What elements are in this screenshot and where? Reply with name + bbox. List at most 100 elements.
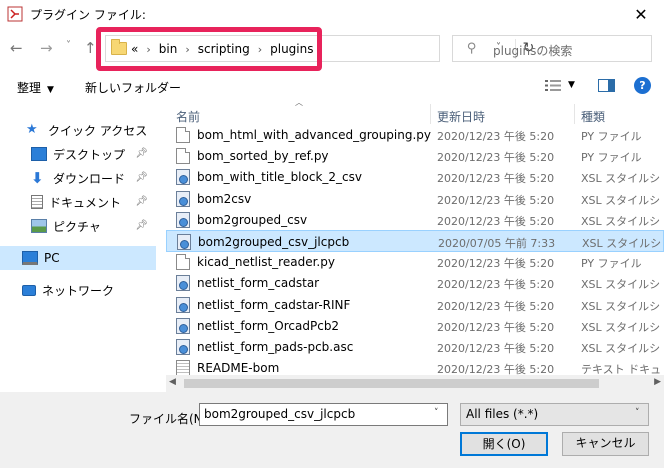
recent-locations-chevron-icon[interactable]: ˅ <box>66 40 71 51</box>
search-icon: ⚲ <box>467 41 477 56</box>
view-dropdown-icon[interactable]: ▼ <box>568 80 575 90</box>
up-arrow-icon[interactable]: ↑ <box>84 39 97 57</box>
file-date: 2020/12/23 午後 5:20 <box>437 151 555 165</box>
filename-dropdown-icon[interactable]: ˅ <box>434 408 439 418</box>
horizontal-scrollbar[interactable]: ◀ ▶ <box>166 375 664 392</box>
sidebar-item-label: クイック アクセス <box>48 123 148 138</box>
file-row[interactable]: bom2csv 2020/12/23 午後 5:20 XSL スタイルシ <box>166 188 664 210</box>
help-icon[interactable]: ? <box>634 77 651 94</box>
picture-icon <box>31 219 47 233</box>
close-button[interactable]: ✕ <box>618 0 664 28</box>
search-box[interactable]: ⚲ pluginsの検索 <box>452 35 652 62</box>
cancel-button[interactable]: キャンセル <box>562 432 649 456</box>
navigation-pane: ★ クイック アクセス デスクトップ 📌︎ ⬇ ダウンロード 📌︎ ドキュメント… <box>0 102 156 392</box>
file-name: bom2csv <box>197 191 252 206</box>
forward-arrow-icon[interactable]: → <box>40 39 53 57</box>
open-button[interactable]: 開く(O) <box>460 432 548 456</box>
xsl-file-icon <box>176 317 190 334</box>
dialog-footer: ファイル名(N): bom2grouped_csv_jlcpcb ˅ All f… <box>0 392 664 468</box>
preview-pane-icon[interactable] <box>598 79 615 92</box>
file-type: XSL スタイルシ <box>581 299 661 313</box>
new-folder-button[interactable]: 新しいフォルダー <box>85 79 181 96</box>
sidebar-item-downloads[interactable]: ⬇ ダウンロード 📌︎ <box>0 166 156 190</box>
network-icon <box>22 284 36 296</box>
column-divider[interactable] <box>574 104 575 124</box>
file-date: 2020/12/23 午後 5:20 <box>437 320 555 334</box>
text-file-icon <box>176 360 190 377</box>
file-name: kicad_netlist_reader.py <box>197 255 335 270</box>
file-row[interactable]: netlist_form_OrcadPcb2 2020/12/23 午後 5:20… <box>166 315 664 337</box>
scroll-left-icon[interactable]: ◀ <box>169 377 176 387</box>
filename-input[interactable]: bom2grouped_csv_jlcpcb <box>199 403 448 426</box>
search-input[interactable]: pluginsの検索 <box>493 42 572 59</box>
sidebar-item-label: ネットワーク <box>42 283 115 298</box>
xsl-file-icon <box>176 275 190 292</box>
xsl-file-icon <box>176 339 190 355</box>
sort-ascending-icon: ︿ <box>295 98 303 107</box>
pin-icon[interactable]: 📌︎ <box>135 148 148 159</box>
file-type-dropdown-icon[interactable]: ˅ <box>635 408 640 418</box>
file-row[interactable]: bom_with_title_block_2_csv 2020/12/23 午後 … <box>166 166 664 188</box>
scrollbar-thumb[interactable] <box>184 379 599 388</box>
annotation-highlight-box <box>96 27 322 71</box>
close-icon: ✕ <box>634 4 648 24</box>
sidebar-item-desktop[interactable]: デスクトップ 📌︎ <box>0 142 156 166</box>
star-icon: ★ <box>26 122 38 137</box>
window-title: プラグイン ファイル: <box>30 8 146 22</box>
file-row[interactable]: netlist_form_pads-pcb.asc 2020/12/23 午後 5… <box>166 336 664 358</box>
organize-button[interactable]: 整理 ▼ <box>17 79 54 96</box>
xsl-file-icon <box>177 234 191 250</box>
file-name: bom_with_title_block_2_csv <box>197 170 362 185</box>
xsl-file-icon <box>176 211 190 228</box>
sidebar-item-label: ピクチャ <box>53 219 101 234</box>
sidebar-item-pictures[interactable]: ピクチャ 📌︎ <box>0 214 156 238</box>
pin-icon[interactable]: 📌︎ <box>135 220 148 231</box>
column-header-name[interactable]: 名前 <box>176 102 200 124</box>
file-date: 2020/12/23 午後 5:20 <box>437 257 555 271</box>
file-date: 2020/12/23 午後 5:20 <box>437 342 555 355</box>
column-header-type[interactable]: 種類 <box>581 102 605 124</box>
file-row[interactable]: bom2grouped_csv 2020/12/23 午後 5:20 XSL スタイ… <box>166 209 664 231</box>
file-date: 2020/12/23 午後 5:20 <box>437 278 555 292</box>
file-icon <box>176 148 190 165</box>
file-date: 2020/12/23 午後 5:20 <box>437 214 555 228</box>
organize-label: 整理 <box>17 81 42 95</box>
file-type: XSL スタイルシ <box>582 237 662 250</box>
file-name: bom2grouped_csv_jlcpcb <box>198 235 350 249</box>
file-row[interactable]: netlist_form_cadstar-RINF 2020/12/23 午後 5… <box>166 294 664 316</box>
file-type: XSL スタイルシ <box>581 278 661 292</box>
sidebar-item-pc[interactable]: PC <box>0 246 156 270</box>
file-type-select[interactable]: All files (*.*) <box>460 403 649 426</box>
file-row[interactable]: bom_sorted_by_ref.py 2020/12/23 午後 5:20 PY… <box>166 145 664 167</box>
file-row[interactable]: bom2grouped_csv_jlcpcb 2020/07/05 午前 7:33… <box>166 230 664 252</box>
title-bar: プラグイン ファイル: ✕ <box>0 0 664 28</box>
sidebar-item-documents[interactable]: ドキュメント 📌︎ <box>0 190 156 214</box>
sidebar-item-label: ダウンロード <box>53 171 126 186</box>
file-type: XSL スタイルシ <box>581 193 661 207</box>
file-list: ︿ 名前 更新日時 種類 bom_html_with_advanced_grou… <box>166 98 664 392</box>
file-date: 2020/12/23 午後 5:20 <box>437 172 555 186</box>
file-row[interactable]: netlist_form_cadstar 2020/12/23 午後 5:20 XS… <box>166 272 664 294</box>
file-type: PY ファイル <box>581 257 642 271</box>
file-date: 2020/12/23 午後 5:20 <box>437 193 555 207</box>
file-row[interactable]: kicad_netlist_reader.py 2020/12/23 午後 5:2… <box>166 251 664 273</box>
sidebar-item-label: ドキュメント <box>49 195 122 210</box>
view-details-icon[interactable] <box>545 79 561 92</box>
document-icon <box>31 195 43 209</box>
column-header-date[interactable]: 更新日時 <box>437 102 485 124</box>
xsl-file-icon <box>176 190 190 207</box>
file-date: 2020/12/23 午後 5:20 <box>437 130 555 143</box>
pin-icon[interactable]: 📌︎ <box>135 172 148 183</box>
kicad-app-icon <box>7 6 23 22</box>
pc-icon <box>22 251 38 265</box>
command-bar: 整理 ▼ 新しいフォルダー ▼ ? <box>0 70 664 102</box>
sidebar-item-quick-access[interactable]: ★ クイック アクセス <box>0 118 156 142</box>
file-row[interactable]: bom_html_with_advanced_grouping.py 2020/1… <box>166 124 664 146</box>
sidebar-item-network[interactable]: ネットワーク <box>0 278 156 302</box>
file-name: netlist_form_cadstar <box>197 276 320 291</box>
column-divider[interactable] <box>430 104 431 124</box>
back-arrow-icon[interactable]: ← <box>10 39 23 57</box>
file-type: PY ファイル <box>581 151 642 165</box>
pin-icon[interactable]: 📌︎ <box>135 196 148 207</box>
scroll-right-icon[interactable]: ▶ <box>654 377 661 387</box>
